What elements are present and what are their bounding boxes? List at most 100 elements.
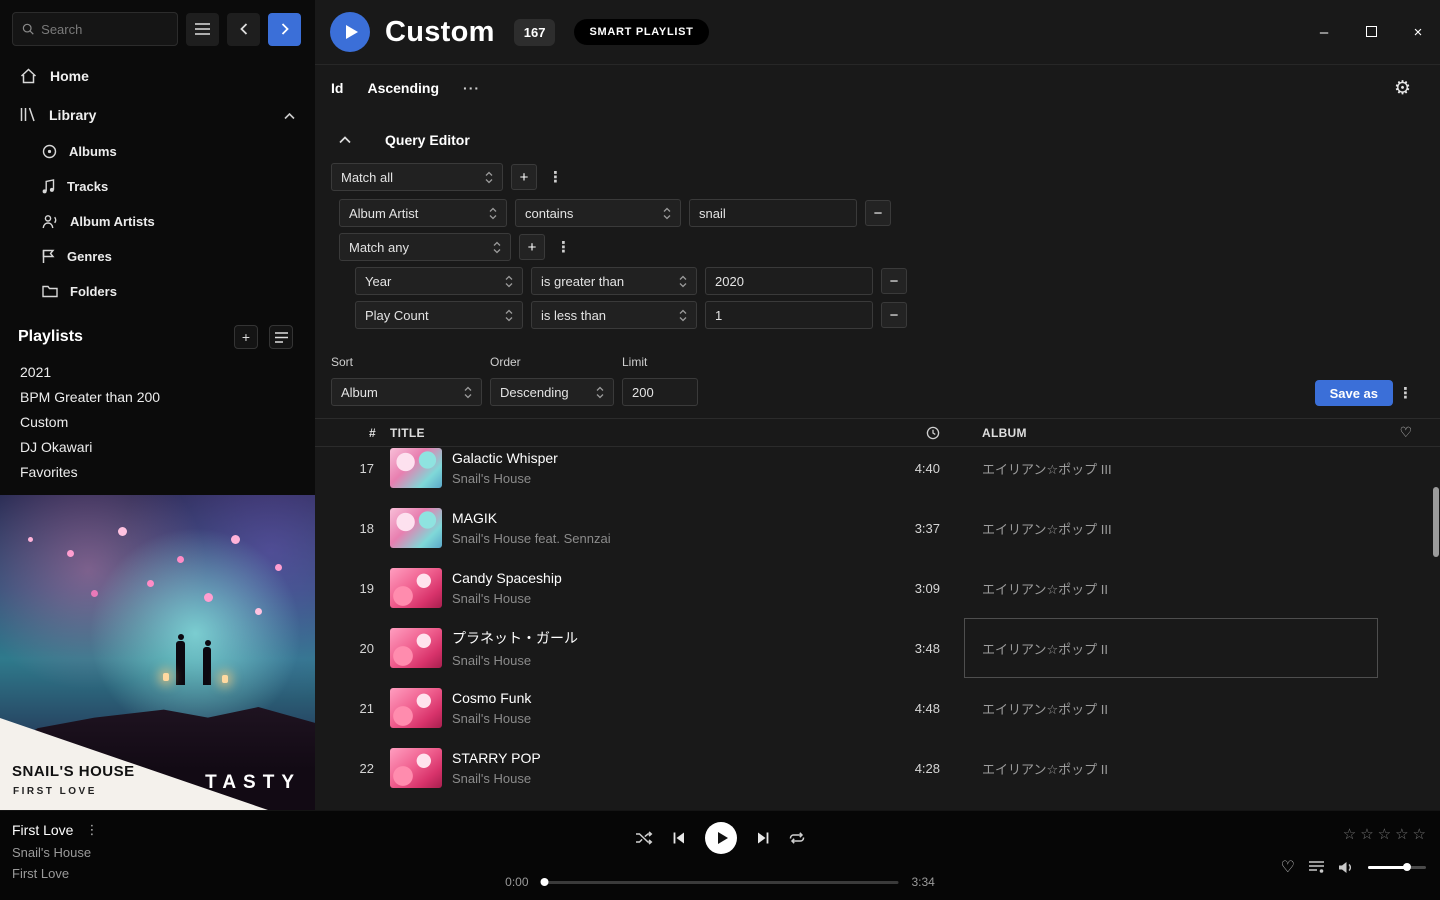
- seek-handle[interactable]: [541, 878, 549, 886]
- playlists-header: Playlists +: [0, 309, 315, 359]
- smart-playlist-badge: SMART PLAYLIST: [574, 19, 708, 45]
- previous-track-button[interactable]: [672, 831, 686, 845]
- collapse-button[interactable]: [331, 136, 359, 144]
- column-header-index[interactable]: #: [315, 426, 390, 440]
- nav-forward-button[interactable]: [268, 13, 301, 46]
- playlist-item-bpm[interactable]: BPM Greater than 200: [0, 384, 315, 409]
- table-row[interactable]: 21 Cosmo Funk Snail's House 4:48 エイリアン☆ポ…: [315, 678, 1440, 738]
- track-number: 18: [315, 521, 390, 536]
- next-track-button[interactable]: [756, 831, 770, 845]
- sidebar-item-album-artists[interactable]: Album Artists: [0, 204, 315, 239]
- limit-input[interactable]: [622, 378, 698, 406]
- plus-icon: +: [528, 239, 537, 256]
- add-rule-button[interactable]: +: [519, 234, 545, 260]
- sort-direction-button[interactable]: Ascending: [367, 80, 439, 96]
- minimize-button[interactable]: –: [1315, 24, 1333, 41]
- kebab-menu-icon[interactable]: ⋮: [85, 822, 98, 838]
- seek-bar[interactable]: [542, 881, 899, 884]
- star-icon[interactable]: ☆: [1360, 825, 1373, 843]
- star-icon[interactable]: ☆: [1343, 825, 1356, 843]
- column-header-duration[interactable]: [852, 426, 942, 440]
- playlist-item-2021[interactable]: 2021: [0, 359, 315, 384]
- artwork-figure: [203, 647, 211, 685]
- sidebar-item-library[interactable]: Library: [0, 95, 315, 134]
- rule-value-input[interactable]: [705, 267, 873, 295]
- chevron-up-icon[interactable]: [284, 107, 295, 123]
- kebab-menu-icon[interactable]: ⋮: [553, 238, 574, 256]
- kebab-menu-icon[interactable]: ⋮: [545, 168, 566, 186]
- volume-handle[interactable]: [1403, 863, 1411, 871]
- thumb-cell: [390, 568, 452, 608]
- remove-rule-button[interactable]: −: [865, 200, 891, 226]
- main-panel: Custom 167 SMART PLAYLIST – × Id Ascendi…: [315, 0, 1440, 810]
- rule-operator-select[interactable]: is less than: [531, 301, 697, 329]
- column-header-favorite[interactable]: ♡: [1372, 424, 1440, 441]
- match-all-select[interactable]: Match all: [331, 163, 503, 191]
- maximize-button[interactable]: [1362, 24, 1380, 41]
- track-album: エイリアン☆ポップ III: [972, 519, 1372, 538]
- search-input[interactable]: [41, 22, 168, 37]
- playlist-item-favorites[interactable]: Favorites: [0, 459, 315, 484]
- column-header-album[interactable]: ALBUM: [972, 426, 1372, 440]
- sort-field-button[interactable]: Id: [331, 80, 343, 96]
- rule-operator-select[interactable]: is greater than: [531, 267, 697, 295]
- volume-button[interactable]: [1338, 861, 1354, 874]
- track-artist: Snail's House: [452, 653, 852, 668]
- add-rule-button[interactable]: +: [511, 164, 537, 190]
- gear-icon[interactable]: ⚙: [1394, 77, 1411, 100]
- queue-button[interactable]: [1309, 861, 1324, 873]
- unfold-icon: [505, 309, 513, 322]
- sidebar-item-home[interactable]: Home: [0, 56, 315, 95]
- kebab-menu-icon[interactable]: ⋮: [1395, 384, 1416, 402]
- nav-back-button[interactable]: [227, 13, 260, 46]
- sort-select[interactable]: Album: [331, 378, 482, 406]
- star-icon[interactable]: ☆: [1395, 825, 1408, 843]
- star-icon[interactable]: ☆: [1378, 825, 1391, 843]
- save-as-button[interactable]: Save as: [1315, 380, 1393, 406]
- rule-field-select[interactable]: Year: [355, 267, 523, 295]
- sidebar-item-genres[interactable]: Genres: [0, 239, 315, 274]
- volume-slider[interactable]: [1368, 866, 1426, 869]
- search-box[interactable]: [12, 12, 178, 46]
- playlist-item-dj-okawari[interactable]: DJ Okawari: [0, 434, 315, 459]
- star-icon[interactable]: ☆: [1413, 825, 1426, 843]
- remove-rule-button[interactable]: −: [881, 268, 907, 294]
- sidebar-item-albums[interactable]: Albums: [0, 134, 315, 169]
- table-row[interactable]: 22 STARRY POP Snail's House 4:28 エイリアン☆ポ…: [315, 738, 1440, 798]
- repeat-button[interactable]: [789, 831, 805, 845]
- play-playlist-button[interactable]: [330, 12, 370, 52]
- rule-operator-select[interactable]: contains: [515, 199, 681, 227]
- remove-rule-button[interactable]: −: [881, 302, 907, 328]
- table-row[interactable]: 18 MAGIK Snail's House feat. Sennzai 3:3…: [315, 498, 1440, 558]
- scrollbar-thumb[interactable]: [1433, 487, 1439, 557]
- import-playlist-button[interactable]: [269, 325, 293, 349]
- rule-field-select[interactable]: Album Artist: [339, 199, 507, 227]
- sidebar-item-tracks[interactable]: Tracks: [0, 169, 315, 204]
- sort-toolbar: Id Ascending ··· ⚙: [315, 65, 1440, 111]
- rule-value-input[interactable]: [705, 301, 873, 329]
- order-select[interactable]: Descending: [490, 378, 614, 406]
- close-button[interactable]: ×: [1409, 24, 1427, 41]
- match-any-select[interactable]: Match any: [339, 233, 511, 261]
- table-row[interactable]: 20 プラネット・ガール Snail's House 3:48 エイリアン☆ポッ…: [315, 618, 1440, 678]
- table-row[interactable]: 19 Candy Spaceship Snail's House 3:09 エイ…: [315, 558, 1440, 618]
- menu-button[interactable]: [186, 13, 219, 46]
- sidebar-item-folders[interactable]: Folders: [0, 274, 315, 309]
- more-options-icon[interactable]: ···: [463, 80, 480, 96]
- table-row[interactable]: 17 Galactic Whisper Snail's House 4:40 エ…: [315, 447, 1440, 498]
- shuffle-button[interactable]: [635, 831, 653, 845]
- folder-icon: [42, 285, 58, 298]
- now-playing-artist: Snail's House: [12, 845, 98, 860]
- column-header-title[interactable]: TITLE: [390, 426, 852, 440]
- title-cell: Galactic Whisper Snail's House: [452, 450, 852, 486]
- unfold-icon: [505, 275, 513, 288]
- now-playing-title: First Love: [12, 822, 73, 838]
- play-pause-button[interactable]: [705, 822, 737, 854]
- favorite-button[interactable]: ♡: [1281, 857, 1295, 877]
- rule-field-select[interactable]: Play Count: [355, 301, 523, 329]
- playlist-item-custom[interactable]: Custom: [0, 409, 315, 434]
- rule-value-input[interactable]: [689, 199, 857, 227]
- add-playlist-button[interactable]: +: [234, 325, 258, 349]
- track-table: # TITLE ALBUM ♡ 17 Galactic Whi: [315, 418, 1440, 810]
- rule-row: Album Artist contains −: [339, 199, 1424, 227]
